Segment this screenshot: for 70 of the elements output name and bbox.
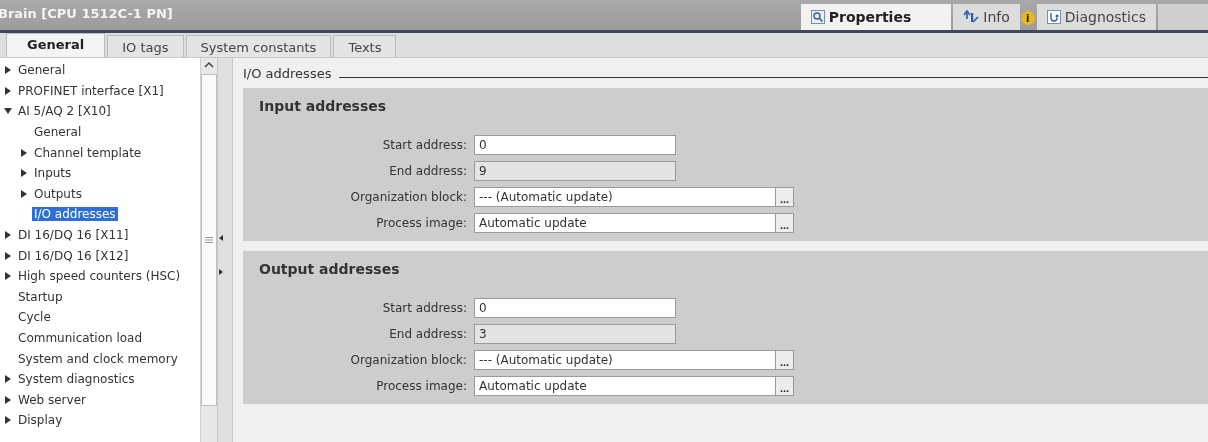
tree-item[interactable]: AI 5/AQ 2 [X10] (16, 104, 113, 119)
tab[interactable]: Texts (333, 35, 397, 57)
collapsed-arrow-icon[interactable] (4, 86, 12, 95)
inspector-tab[interactable]: Diagnostics (1036, 4, 1156, 30)
tab-stub (1158, 4, 1208, 30)
tree-item[interactable]: I/O addresses (32, 207, 118, 222)
field-label: Organization block: (349, 189, 468, 204)
select-field[interactable]: --- (Automatic update) (474, 349, 776, 370)
tree-item[interactable]: System and clock memory (16, 351, 180, 366)
collapsed-arrow-icon[interactable] (4, 231, 12, 240)
collapsed-arrow-icon[interactable] (4, 375, 12, 384)
scrollbar[interactable] (200, 58, 217, 442)
tree-item[interactable]: Communication load (16, 331, 145, 345)
grip-icon (205, 237, 213, 243)
collapsed-arrow-icon[interactable] (4, 251, 12, 260)
search-icon (810, 10, 825, 24)
select-field[interactable]: Automatic update (474, 212, 776, 233)
section-title: Output addresses (259, 261, 401, 279)
tree-item[interactable]: Inputs (32, 166, 74, 181)
info-arrow-icon (963, 10, 980, 24)
select-field[interactable]: Automatic update (474, 375, 776, 396)
browse-button[interactable]: ... (776, 212, 794, 233)
tree-item[interactable]: Display (16, 413, 65, 428)
field-label: End address: (388, 163, 468, 178)
input-field[interactable]: 0 (474, 297, 676, 318)
browse-button[interactable]: ... (776, 186, 794, 207)
tree-item[interactable]: PROFINET interface [X1] (16, 83, 166, 98)
field-label: Organization block: (349, 352, 468, 367)
tree-item[interactable]: Web server (16, 392, 88, 407)
tab[interactable]: System constants (185, 35, 332, 57)
tree-item[interactable]: High speed counters (HSC) (16, 269, 183, 284)
inspector-tab[interactable]: Info (953, 4, 1020, 30)
info-badge: i (1020, 11, 1035, 25)
collapsed-arrow-icon[interactable] (20, 148, 28, 157)
tree-item[interactable]: DI 16/DQ 16 [X11] (16, 228, 131, 243)
collapsed-arrow-icon[interactable] (4, 416, 12, 425)
scroll-up-icon[interactable] (203, 60, 215, 70)
tree-item[interactable]: Channel template (32, 145, 144, 160)
tree-item[interactable]: DI 16/DQ 16 [X12] (16, 248, 131, 263)
tree-item[interactable]: Startup (16, 289, 65, 304)
browse-button[interactable]: ... (776, 375, 794, 396)
readonly-field: 3 (474, 323, 676, 344)
collapsed-arrow-icon[interactable] (4, 395, 12, 404)
browse-button[interactable]: ... (776, 349, 794, 370)
tree-item[interactable]: System diagnostics (16, 372, 137, 387)
inspector-tab[interactable]: Properties (800, 4, 952, 30)
tree-item[interactable]: Outputs (32, 186, 84, 201)
diagnostics-icon (1046, 10, 1061, 24)
window-title: Brain [CPU 1512C-1 PN] (0, 5, 173, 21)
tab[interactable]: General (6, 33, 106, 57)
tree-item[interactable]: General (16, 63, 68, 78)
collapsed-arrow-icon[interactable] (20, 189, 28, 198)
input-field[interactable]: 0 (474, 134, 676, 155)
tab[interactable]: IO tags (107, 35, 184, 57)
field-label: Start address: (381, 300, 468, 315)
field-label: Start address: (381, 137, 468, 152)
tree-item[interactable]: General (32, 125, 84, 140)
panel-title: I/O addresses (243, 65, 332, 81)
field-label: End address: (388, 326, 468, 341)
field-label: Process image: (375, 378, 468, 393)
collapsed-arrow-icon[interactable] (20, 169, 28, 178)
readonly-field: 9 (474, 160, 676, 181)
collapsed-arrow-icon[interactable] (4, 66, 12, 75)
field-label: Process image: (375, 215, 468, 230)
scroll-thumb[interactable] (201, 74, 217, 406)
expanded-arrow-icon[interactable] (4, 107, 12, 116)
collapsed-arrow-icon[interactable] (4, 272, 12, 281)
tree-item[interactable]: Cycle (16, 310, 53, 325)
section-title: Input addresses (259, 98, 388, 116)
select-field[interactable]: --- (Automatic update) (474, 186, 776, 207)
